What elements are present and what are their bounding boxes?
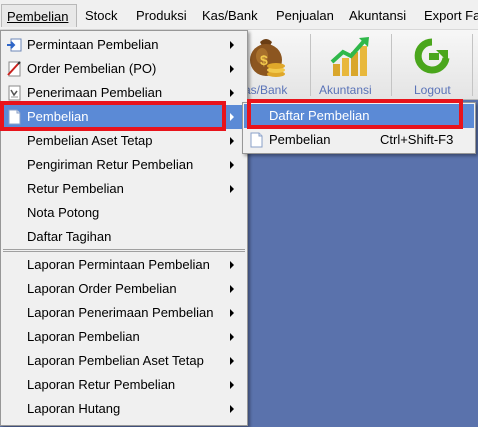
menu-item-laporan-permintaan-pembelian[interactable]: Laporan Permintaan Pembelian [2, 253, 246, 277]
document-icon [250, 132, 263, 148]
submenu-arrow-icon [230, 381, 234, 389]
menu-penjualan-label: Penjualan [276, 8, 334, 23]
toolbar-separator [472, 34, 473, 96]
menu-item-laporan-retur-pembelian[interactable]: Laporan Retur Pembelian [2, 373, 246, 397]
submenu-arrow-icon [230, 357, 234, 365]
menu-separator [3, 249, 245, 252]
submenu-arrow-icon [230, 333, 234, 341]
chart-growth-icon [330, 37, 369, 76]
menu-item-label: Laporan Pembelian Aset Tetap [27, 353, 204, 368]
order-icon [7, 61, 21, 77]
submenu-arrow-icon [230, 261, 234, 269]
shortcut-label: Ctrl+Shift-F3 [380, 132, 454, 147]
menu-item-laporan-order-pembelian[interactable]: Laporan Order Pembelian [2, 277, 246, 301]
menu-export-label: Export Fa [424, 8, 478, 23]
menu-item-label: Permintaan Pembelian [27, 37, 159, 52]
menu-item-retur-pembelian[interactable]: Retur Pembelian [2, 177, 246, 201]
menu-item-pembelian-aset-tetap[interactable]: Pembelian Aset Tetap [2, 129, 246, 153]
menu-item-laporan-penerimaan-pembelian[interactable]: Laporan Penerimaan Pembelian [2, 301, 246, 325]
toolbar-akuntansi-label: Akuntansi [319, 83, 372, 97]
menu-akuntansi[interactable]: Akuntansi [349, 4, 406, 27]
menu-item-laporan-hutang[interactable]: Laporan Hutang [2, 397, 246, 421]
submenu-item-label: Daftar Pembelian [269, 108, 370, 123]
menubar: Pembelian Stock Produksi Kas/Bank Penjua… [0, 0, 478, 30]
menu-akuntansi-label: Akuntansi [349, 8, 407, 23]
menu-item-laporan-pembelian[interactable]: Laporan Pembelian [2, 325, 246, 349]
menu-item-pembelian[interactable]: Pembelian [2, 105, 246, 129]
menu-item-label: Laporan Retur Pembelian [27, 377, 176, 392]
receipt-icon [8, 85, 21, 101]
menu-item-label: Pembelian Aset Tetap [27, 133, 153, 148]
menu-item-label: Laporan Permintaan Pembelian [27, 257, 210, 272]
menu-penjualan[interactable]: Penjualan [276, 4, 334, 27]
submenu-arrow-icon [230, 41, 234, 49]
menu-item-pengiriman-retur-pembelian[interactable]: Pengiriman Retur Pembelian [2, 153, 246, 177]
pembelian-submenu: Daftar Pembelian Pembelian Ctrl+Shift-F3 [242, 102, 476, 154]
menu-item-order-pembelian[interactable]: Order Pembelian (PO) [2, 57, 246, 81]
submenu-arrow-icon [230, 405, 234, 413]
toolbar-kas-bank-button[interactable]: $ as/Bank [244, 30, 310, 100]
svg-text:$: $ [260, 52, 268, 68]
menu-item-label: Pembelian [27, 109, 89, 124]
submenu-arrow-icon [230, 137, 234, 145]
menu-item-permintaan-pembelian[interactable]: Permintaan Pembelian [2, 33, 246, 57]
toolbar-logout-label: Logout [414, 83, 451, 97]
submenu-arrow-icon [230, 161, 234, 169]
menu-kas-bank-label: Kas/Bank [202, 8, 258, 23]
menu-item-label: Penerimaan Pembelian [27, 85, 163, 100]
submenu-arrow-icon [230, 309, 234, 317]
toolbar-akuntansi-button[interactable]: Akuntansi [311, 30, 391, 100]
request-icon [7, 38, 22, 52]
menu-pembelian-label: Pembelian [7, 9, 69, 24]
menu-stock[interactable]: Stock [85, 4, 118, 27]
toolbar-logout-button[interactable]: Logout [392, 30, 472, 100]
menu-item-label: Laporan Penerimaan Pembelian [27, 305, 214, 320]
menu-item-label: Nota Potong [27, 205, 100, 220]
menu-item-label: Pengiriman Retur Pembelian [27, 157, 194, 172]
submenu-item-daftar-pembelian[interactable]: Daftar Pembelian [244, 104, 474, 128]
money-bag-icon: $ [250, 39, 285, 77]
submenu-arrow-icon [230, 65, 234, 73]
menu-item-daftar-tagihan[interactable]: Daftar Tagihan [2, 225, 246, 249]
menu-item-penerimaan-pembelian[interactable]: Penerimaan Pembelian [2, 81, 246, 105]
menu-item-label: Laporan Hutang [27, 401, 121, 416]
toolbar-kas-bank-label: as/Bank [244, 83, 288, 97]
menu-item-label: Daftar Tagihan [27, 229, 112, 244]
menu-produksi-label: Produksi [136, 8, 187, 23]
menu-item-label: Order Pembelian (PO) [27, 61, 157, 76]
submenu-arrow-icon [230, 285, 234, 293]
submenu-arrow-icon [230, 113, 234, 121]
pembelian-dropdown-menu: Permintaan Pembelian Order Pembelian (PO… [0, 30, 248, 426]
submenu-item-pembelian[interactable]: Pembelian Ctrl+Shift-F3 [244, 128, 474, 152]
submenu-arrow-icon [230, 185, 234, 193]
menu-export[interactable]: Export Fa [424, 4, 478, 27]
document-icon [8, 109, 21, 125]
menu-item-laporan-pembelian-aset-tetap[interactable]: Laporan Pembelian Aset Tetap [2, 349, 246, 373]
logout-arrow-icon [414, 38, 450, 74]
submenu-item-label: Pembelian [269, 132, 331, 147]
menu-produksi[interactable]: Produksi [136, 4, 187, 27]
menu-item-nota-potong[interactable]: Nota Potong [2, 201, 246, 225]
menu-stock-label: Stock [85, 8, 118, 23]
menu-item-label: Laporan Pembelian [27, 329, 140, 344]
menu-item-label: Laporan Order Pembelian [27, 281, 177, 296]
menu-pembelian[interactable]: Pembelian [1, 4, 77, 27]
submenu-arrow-icon [230, 89, 234, 97]
menu-kas-bank[interactable]: Kas/Bank [202, 4, 258, 27]
menu-item-label: Retur Pembelian [27, 181, 124, 196]
